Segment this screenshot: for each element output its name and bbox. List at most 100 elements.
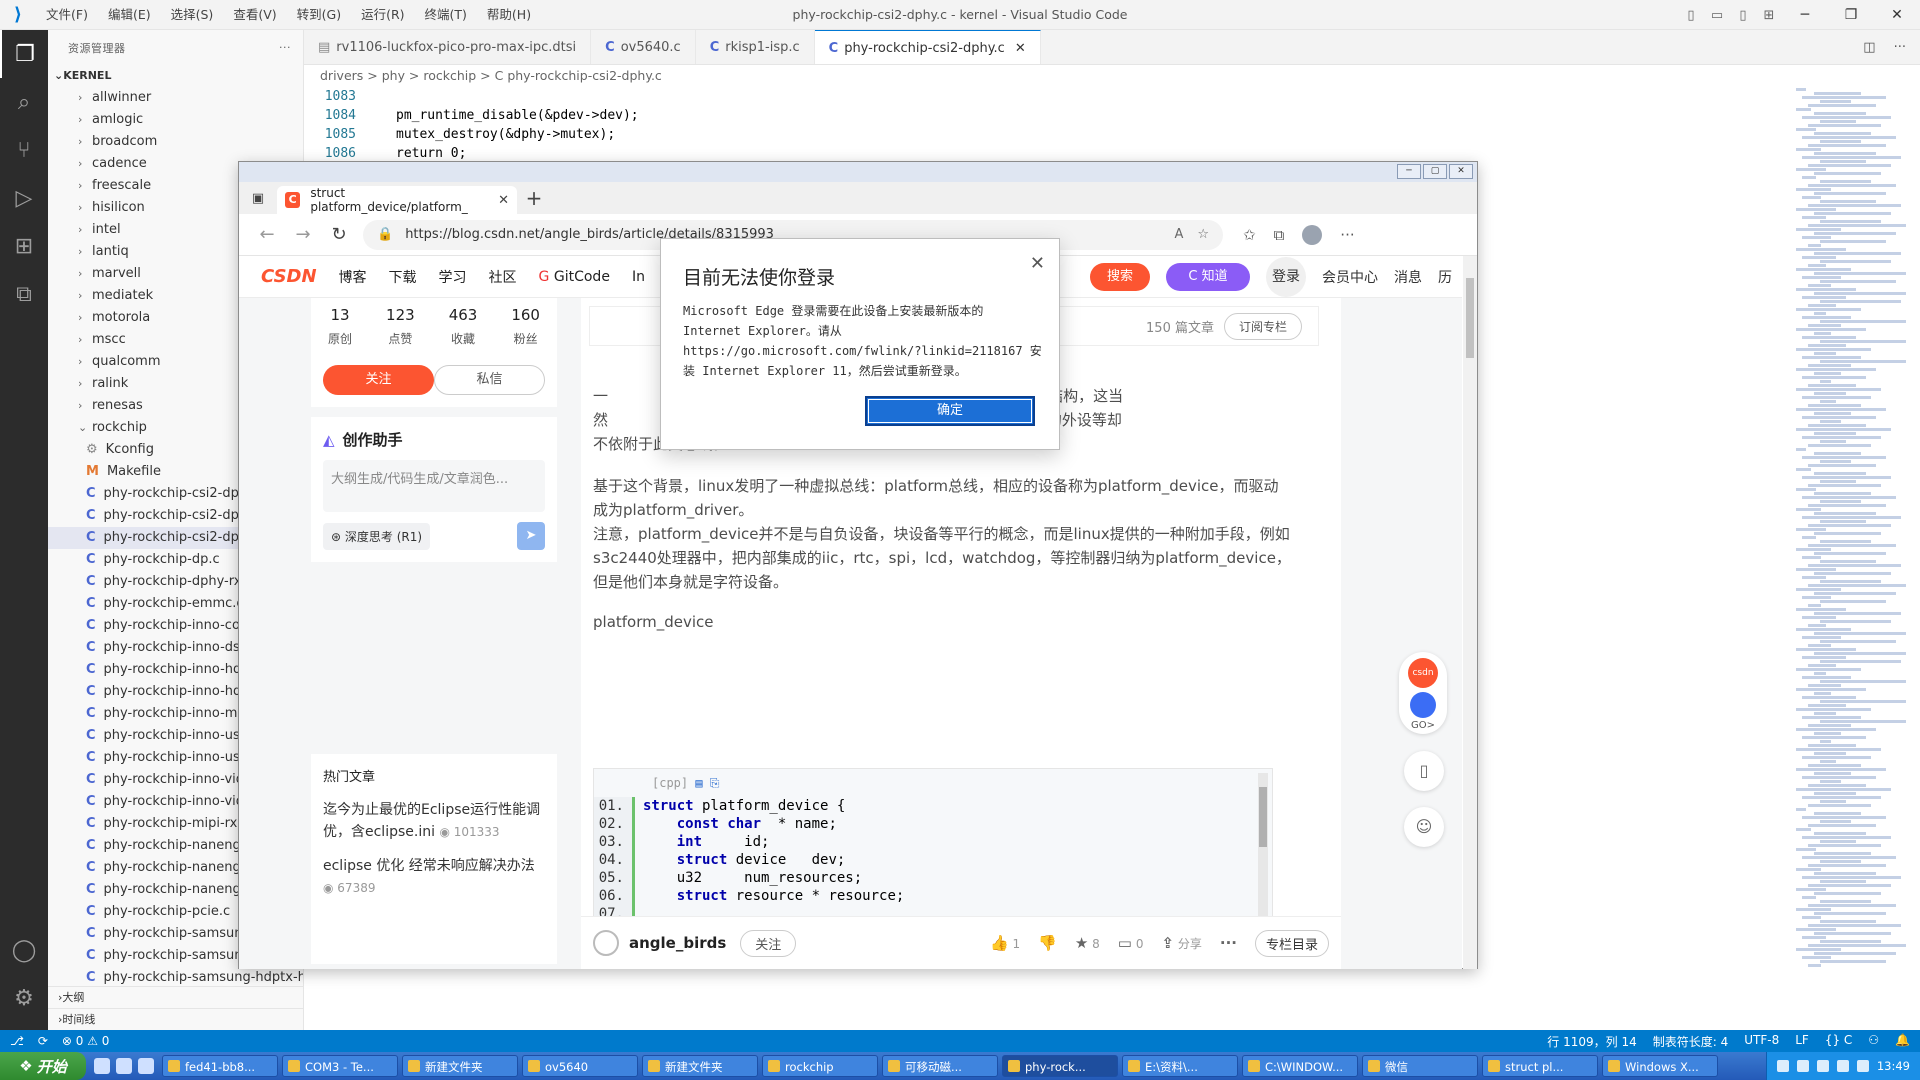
deep-think-toggle[interactable]: ⊛ 深度思考 (R1)	[323, 522, 431, 550]
edge-maximize-button[interactable]: ▢	[1423, 164, 1447, 179]
quicklaunch-icon[interactable]	[116, 1058, 132, 1074]
explorer-icon[interactable]: ❐	[0, 30, 48, 78]
close-tab-icon[interactable]: ✕	[498, 193, 509, 208]
menu-help[interactable]: 帮助(H)	[477, 0, 541, 30]
forward-icon[interactable]: →	[285, 224, 321, 245]
history-link[interactable]: 历	[1438, 267, 1452, 287]
menu-edit[interactable]: 编辑(E)	[98, 0, 161, 30]
read-aloud-icon[interactable]: A	[1174, 227, 1183, 242]
send-icon[interactable]: ➤	[517, 522, 545, 550]
mobile-view-icon[interactable]: ▯	[1404, 751, 1444, 791]
taskbar-button[interactable]: C:\WINDOW...	[1242, 1055, 1358, 1077]
assistant-input[interactable]: 大纲生成/代码生成/文章润色...	[323, 460, 545, 512]
breadcrumb[interactable]: drivers > phy > rockchip > C phy-rockchi…	[304, 65, 1920, 87]
page-scrollbar[interactable]	[1463, 256, 1477, 969]
line-ending[interactable]: LF	[1795, 1033, 1809, 1050]
taskbar-button[interactable]: 微信	[1362, 1055, 1478, 1077]
extensions-icon[interactable]: ⊞	[0, 222, 48, 270]
remote-explorer-icon[interactable]: ⧉	[0, 270, 48, 318]
toggle-panel-icon[interactable]: ▭	[1704, 8, 1730, 23]
gear-icon[interactable]: ⚙	[0, 974, 48, 1022]
column-toc-button[interactable]: 专栏目录	[1254, 929, 1329, 957]
csdn-floating-badge[interactable]: csdn GO>	[1399, 652, 1447, 734]
edge-minimize-button[interactable]: ─	[1397, 164, 1421, 179]
quicklaunch-icon[interactable]	[138, 1058, 154, 1074]
subscribe-column-button[interactable]: 订阅专栏	[1223, 312, 1302, 340]
login-button[interactable]: 登录	[1266, 256, 1306, 297]
author-follow-button[interactable]: 关注	[740, 929, 797, 957]
code-scroll-thumb[interactable]	[1259, 787, 1267, 847]
stat-fans[interactable]: 160 粉丝	[511, 306, 540, 347]
hot-article-link[interactable]: 迄今为止最优的Eclipse运行性能调优，含eclipse.ini ◉ 1013…	[323, 799, 545, 843]
comment-button[interactable]: ▭ 0	[1118, 934, 1144, 952]
copy-code-icon[interactable]: ⎘	[710, 776, 720, 790]
page-scroll-thumb[interactable]	[1466, 278, 1474, 358]
more-actions-icon[interactable]: ···	[279, 41, 291, 54]
hot-article-link[interactable]: eclipse 优化 经常未响应解决办法 ◉ 67389	[323, 855, 545, 899]
tab-actions-icon[interactable]: ▣	[239, 191, 277, 206]
code-scrollbar[interactable]	[1258, 773, 1268, 938]
tray-icon[interactable]	[1796, 1060, 1809, 1072]
nav-community[interactable]: 社区	[489, 267, 517, 287]
author-name[interactable]: angle_birds	[629, 934, 726, 952]
search-button[interactable]: 搜索	[1090, 262, 1150, 291]
stat-favorites[interactable]: 463 收藏	[449, 306, 478, 347]
tab-rkisp1[interactable]: Crkisp1-isp.c	[696, 30, 815, 64]
timeline-section[interactable]: ›时间线	[48, 1008, 303, 1030]
quicklaunch-icon[interactable]	[94, 1058, 110, 1074]
folder-item[interactable]: › amlogic	[48, 109, 303, 131]
edge-close-button[interactable]: ✕	[1449, 164, 1473, 179]
more-actions-icon[interactable]: ···	[1894, 30, 1906, 64]
author-avatar[interactable]	[593, 930, 619, 956]
dialog-ok-button[interactable]: 确定	[865, 396, 1035, 426]
taskbar-button[interactable]: E:\资料\...	[1122, 1055, 1238, 1077]
start-button[interactable]: ❖ 开始	[0, 1052, 86, 1080]
tab-csi2-dphy[interactable]: Cphy-rockchip-csi2-dphy.c ✕	[814, 30, 1041, 64]
minimize-button[interactable]: ─	[1782, 7, 1828, 23]
taskbar-button[interactable]: Windows X...	[1602, 1055, 1718, 1077]
account-icon[interactable]: ◯	[0, 926, 48, 974]
more-icon[interactable]: ···	[1220, 934, 1237, 952]
taskbar-button[interactable]: ov5640	[522, 1055, 638, 1077]
tab-ov5640[interactable]: Cov5640.c	[591, 30, 696, 64]
stat-original[interactable]: 13 原创	[328, 306, 352, 347]
c-zhidao-button[interactable]: C 知道	[1166, 262, 1250, 291]
feedback-icon[interactable]: ⚇	[1868, 1033, 1879, 1050]
remote-indicator-icon[interactable]: ⎇	[10, 1034, 24, 1048]
nav-blog[interactable]: 博客	[339, 267, 367, 287]
menu-view[interactable]: 查看(V)	[223, 0, 286, 30]
share-button[interactable]: ⇪ 分享	[1161, 934, 1201, 952]
tray-icon[interactable]	[1816, 1060, 1829, 1072]
favorite-button[interactable]: ★ 8	[1075, 934, 1100, 952]
private-message-button[interactable]: 私信	[433, 365, 545, 395]
taskbar-button[interactable]: phy-rock...	[1002, 1055, 1118, 1077]
menu-file[interactable]: 文件(F)	[36, 0, 98, 30]
minimap[interactable]	[1796, 87, 1906, 1007]
workspace-root[interactable]: ⌄KERNEL	[48, 65, 303, 87]
stat-likes[interactable]: 123 点赞	[386, 306, 415, 347]
tab-close-icon[interactable]: ✕	[1015, 41, 1026, 56]
tray-icon[interactable]	[1776, 1060, 1789, 1072]
taskbar-button[interactable]: fed41-bb8...	[162, 1055, 278, 1077]
tray-icon[interactable]	[1856, 1060, 1869, 1072]
menu-terminal[interactable]: 终端(T)	[415, 0, 477, 30]
nav-download[interactable]: 下载	[389, 267, 417, 287]
bell-icon[interactable]: 🔔	[1895, 1033, 1910, 1050]
like-button[interactable]: 👍 1	[990, 934, 1020, 952]
source-control-icon[interactable]: ⑂	[0, 126, 48, 174]
taskbar-button[interactable]: 新建文件夹	[642, 1055, 758, 1077]
menu-run[interactable]: 运行(R)	[351, 0, 414, 30]
taskbar-button[interactable]: COM3 - Te...	[282, 1055, 398, 1077]
new-tab-button[interactable]: +	[517, 186, 551, 210]
indentation[interactable]: 制表符长度: 4	[1653, 1033, 1729, 1050]
code-view[interactable]: 1083 1084 pm_runtime_disable(&pdev->dev);…	[304, 87, 1920, 163]
favorites-icon[interactable]: ✩	[1243, 226, 1256, 244]
clock[interactable]: 13:49	[1877, 1059, 1910, 1073]
follow-button[interactable]: 关注	[323, 365, 434, 395]
layout-icon[interactable]: ⊞	[1756, 8, 1782, 23]
view-plain-icon[interactable]: ▤	[695, 776, 702, 790]
folder-item[interactable]: › allwinner	[48, 87, 303, 109]
menu-selection[interactable]: 选择(S)	[161, 0, 224, 30]
toggle-sidebar-icon[interactable]: ▯	[1678, 8, 1704, 23]
problems-indicator[interactable]: ⊗ 0 ⚠ 0	[62, 1034, 110, 1048]
